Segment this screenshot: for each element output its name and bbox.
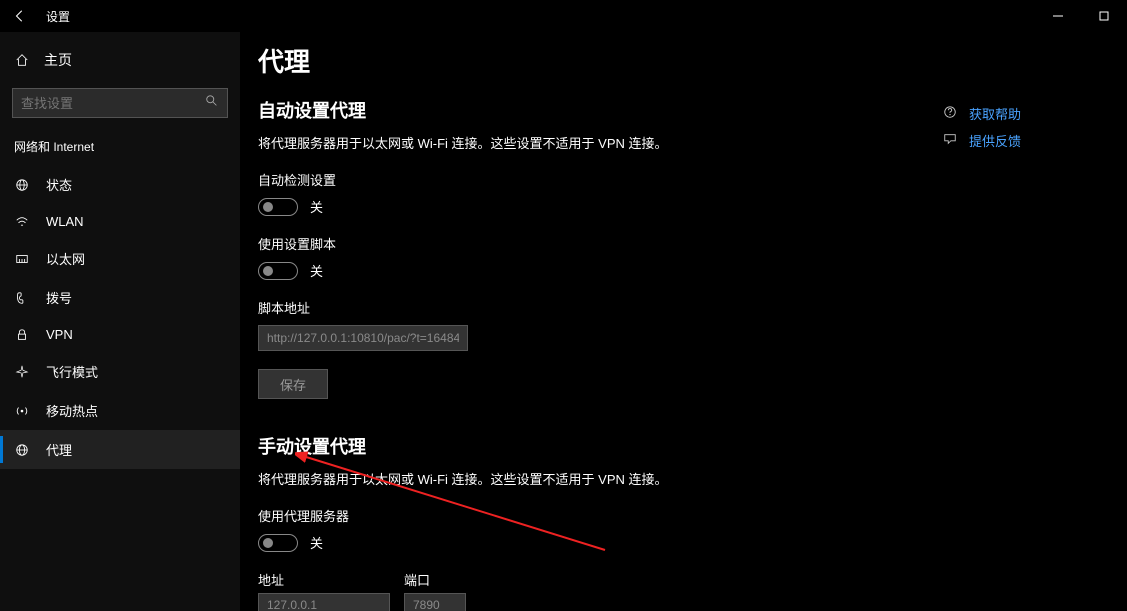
script-address-label: 脚本地址 [258,298,1127,317]
feedback-link[interactable]: 提供反馈 [943,131,1103,150]
sidebar-item-proxy[interactable]: 代理 [0,430,240,469]
content: 代理 自动设置代理 将代理服务器用于以太网或 Wi-Fi 连接。这些设置不适用于… [240,32,1127,611]
sidebar-item-wlan[interactable]: WLAN [0,204,240,239]
sidebar-item-dialup[interactable]: 拨号 [0,278,240,317]
get-help-link[interactable]: 获取帮助 [943,104,1103,123]
use-script-label: 使用设置脚本 [258,234,1127,253]
feedback-label: 提供反馈 [969,131,1021,150]
sidebar-item-label: 以太网 [46,249,85,268]
use-proxy-state: 关 [310,533,323,552]
sidebar-item-hotspot[interactable]: 移动热点 [0,391,240,430]
sidebar-item-label: 飞行模式 [46,362,98,381]
port-label: 端口 [404,570,466,589]
home-icon [14,53,30,67]
airplane-icon [14,365,30,379]
sidebar-item-label: 拨号 [46,288,72,307]
titlebar-title: 设置 [46,8,70,25]
sidebar-home[interactable]: 主页 [0,42,240,78]
script-address-input[interactable] [258,325,468,351]
address-label: 地址 [258,570,390,589]
maximize-button[interactable] [1081,0,1127,32]
port-input[interactable] [404,593,466,611]
help-icon [943,105,959,122]
use-script-toggle[interactable] [258,262,298,280]
dialup-icon [14,291,30,305]
back-button[interactable] [0,0,40,32]
sidebar-item-label: WLAN [46,214,84,229]
ethernet-icon [14,252,30,266]
get-help-label: 获取帮助 [969,104,1021,123]
manual-section-title: 手动设置代理 [258,433,1127,459]
search-icon [205,94,219,113]
auto-detect-state: 关 [310,197,323,216]
proxy-icon [14,443,30,457]
sidebar-item-label: 移动热点 [46,401,98,420]
feedback-icon [943,132,959,149]
sidebar: 主页 网络和 Internet 状态 WLAN 以太网 拨号 VPN [0,32,240,611]
help-panel: 获取帮助 提供反馈 [943,104,1103,158]
vpn-icon [14,328,30,342]
use-script-state: 关 [310,261,323,280]
sidebar-item-airplane[interactable]: 飞行模式 [0,352,240,391]
minimize-button[interactable] [1035,0,1081,32]
use-proxy-toggle[interactable] [258,534,298,552]
page-title: 代理 [258,42,1127,79]
sidebar-category-label: 网络和 Internet [0,132,240,165]
save-button[interactable]: 保存 [258,369,328,399]
wifi-icon [14,215,30,229]
globe-icon [14,178,30,192]
sidebar-item-status[interactable]: 状态 [0,165,240,204]
sidebar-item-label: 代理 [46,440,72,459]
auto-detect-label: 自动检测设置 [258,170,1127,189]
sidebar-item-label: 状态 [46,175,72,194]
titlebar: 设置 [0,0,1127,32]
hotspot-icon [14,404,30,418]
sidebar-item-ethernet[interactable]: 以太网 [0,239,240,278]
sidebar-item-label: VPN [46,327,73,342]
address-input[interactable] [258,593,390,611]
search-box[interactable] [12,88,228,118]
search-input[interactable] [21,96,205,111]
manual-section-desc: 将代理服务器用于以太网或 Wi-Fi 连接。这些设置不适用于 VPN 连接。 [258,469,1127,488]
sidebar-item-vpn[interactable]: VPN [0,317,240,352]
sidebar-home-label: 主页 [44,50,72,70]
window-controls [1035,0,1127,32]
auto-detect-toggle[interactable] [258,198,298,216]
use-proxy-label: 使用代理服务器 [258,506,1127,525]
